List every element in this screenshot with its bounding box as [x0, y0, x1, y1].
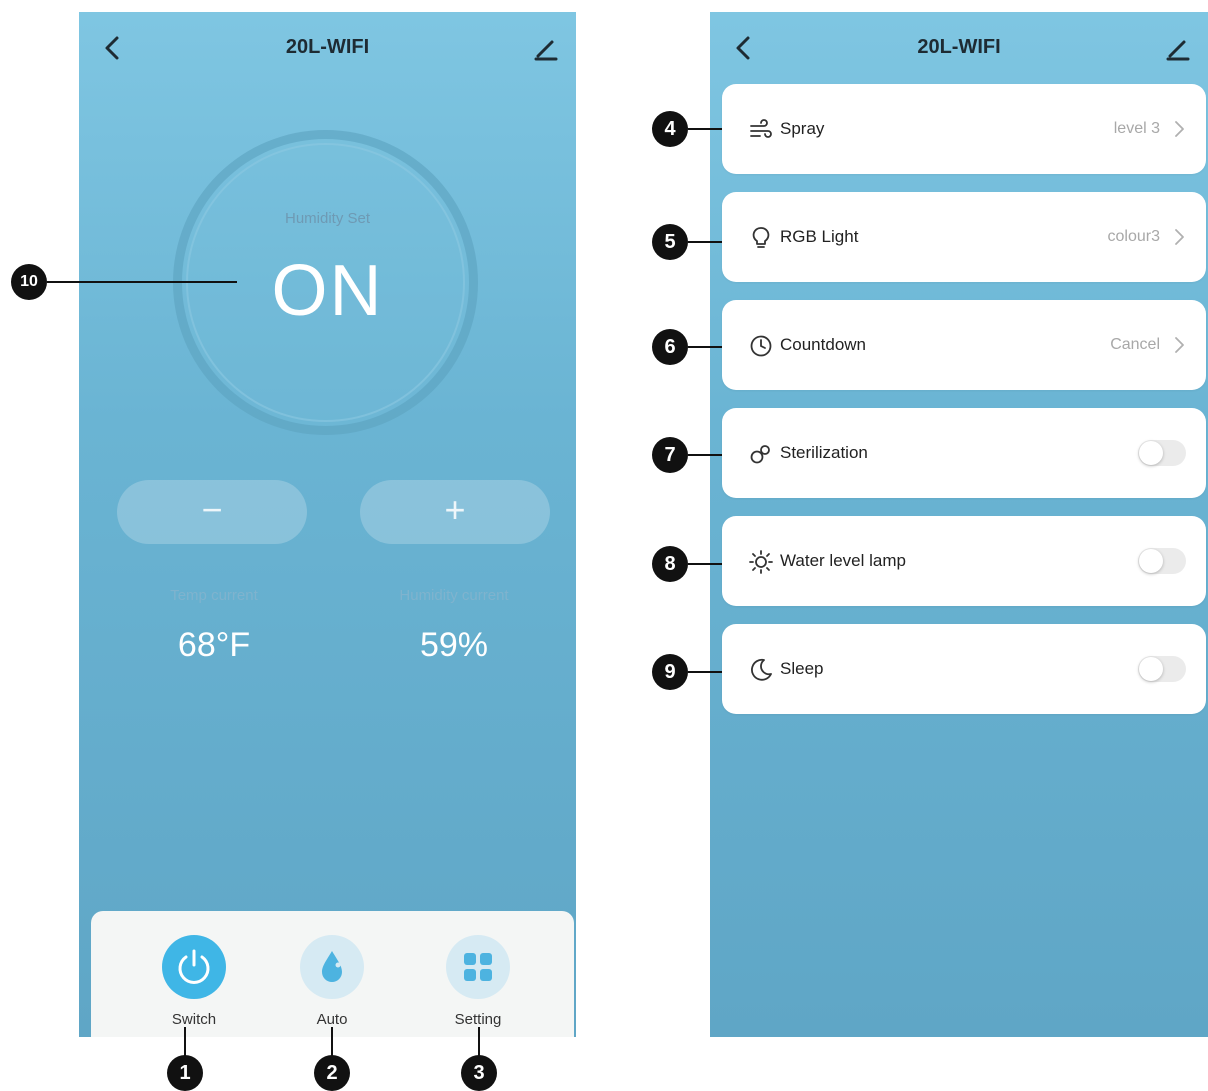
setting-label: Countdown: [780, 335, 867, 354]
setting-value: level 3: [1113, 120, 1160, 137]
callout-4: 4: [652, 111, 688, 147]
callout-10-line: [47, 281, 237, 283]
edit-icon[interactable]: [1162, 32, 1194, 64]
tab-auto-label: Auto: [316, 1011, 348, 1028]
increase-button[interactable]: +: [360, 480, 550, 544]
humidity-set-value: ON: [271, 251, 384, 331]
tab-setting-label: Setting: [454, 1011, 502, 1028]
toggle-knob: [1139, 549, 1163, 573]
callout-1: 1: [167, 1055, 203, 1091]
callout-7-line: [688, 454, 722, 456]
tab-auto[interactable]: Auto: [282, 935, 382, 1028]
moon-icon: [751, 658, 772, 681]
callout-2: 2: [314, 1055, 350, 1091]
chevron-right-icon: [1175, 121, 1184, 137]
setting-label: Sleep: [780, 659, 824, 678]
callout-9-line: [688, 671, 722, 673]
setting-value: Cancel: [1110, 336, 1160, 353]
setting-label: RGB Light: [780, 227, 859, 246]
callout-6: 6: [652, 329, 688, 365]
setting-label: Water level lamp: [780, 551, 906, 570]
callout-4-line: [688, 128, 722, 130]
setting-countdown[interactable]: Countdown Cancel: [722, 300, 1206, 390]
sterilize-icon: [750, 445, 770, 464]
toggle-knob: [1139, 657, 1163, 681]
page-title: 20L-WIFI: [917, 36, 1001, 58]
setting-sterilization: Sterilization: [722, 408, 1206, 498]
clock-icon: [750, 335, 772, 357]
temp-current-value: 68°F: [177, 626, 251, 664]
chevron-right-icon: [1175, 229, 1184, 245]
callout-5-line: [688, 241, 722, 243]
bottom-tab-bar: Switch Auto Setting: [91, 911, 574, 1037]
sun-icon: [749, 550, 773, 574]
setting-label: Sterilization: [780, 443, 868, 462]
bulb-icon: [752, 227, 770, 248]
callout-7: 7: [652, 437, 688, 473]
callout-3: 3: [461, 1055, 497, 1091]
setting-sleep: Sleep: [722, 624, 1206, 714]
callout-5: 5: [652, 224, 688, 260]
humidity-current-value: 59%: [419, 626, 489, 664]
tab-setting[interactable]: Setting: [428, 935, 528, 1028]
setting-rgb-light[interactable]: RGB Light colour3: [722, 192, 1206, 282]
callout-9: 9: [652, 654, 688, 690]
water-level-lamp-toggle[interactable]: [1138, 548, 1186, 574]
setting-water-level-lamp: Water level lamp: [722, 516, 1206, 606]
humidity-set-label: Humidity Set: [284, 210, 371, 227]
tab-switch-label: Switch: [171, 1011, 217, 1028]
humidity-current-label: Humidity current: [399, 587, 509, 604]
callout-8-line: [688, 563, 722, 565]
edit-icon[interactable]: [530, 32, 562, 64]
grid-icon: [446, 935, 510, 999]
chevron-right-icon: [1175, 337, 1184, 353]
setting-value: colour3: [1107, 228, 1160, 245]
page-title: 20L-WIFI: [285, 36, 370, 58]
wind-icon: [750, 119, 772, 138]
setting-label: Spray: [780, 119, 825, 138]
main-screen: 20L-WIFI Humidity Set ON − + Temp curren…: [79, 12, 576, 1037]
decrease-button[interactable]: −: [117, 480, 307, 544]
callout-8: 8: [652, 546, 688, 582]
top-bar: 20L-WIFI: [710, 12, 1208, 82]
toggle-knob: [1139, 441, 1163, 465]
callout-10: 10: [11, 264, 47, 300]
sleep-toggle[interactable]: [1138, 656, 1186, 682]
tab-switch[interactable]: Switch: [144, 935, 244, 1028]
setting-spray[interactable]: Spray level 3: [722, 84, 1206, 174]
settings-screen: 20L-WIFI Spray level 3 RGB Light colour3: [710, 12, 1208, 1037]
temp-current-label: Temp current: [170, 587, 258, 604]
top-bar: 20L-WIFI: [79, 12, 576, 82]
callout-6-line: [688, 346, 722, 348]
water-drop-icon: [300, 935, 364, 999]
sterilization-toggle[interactable]: [1138, 440, 1186, 466]
power-icon: [162, 935, 226, 999]
